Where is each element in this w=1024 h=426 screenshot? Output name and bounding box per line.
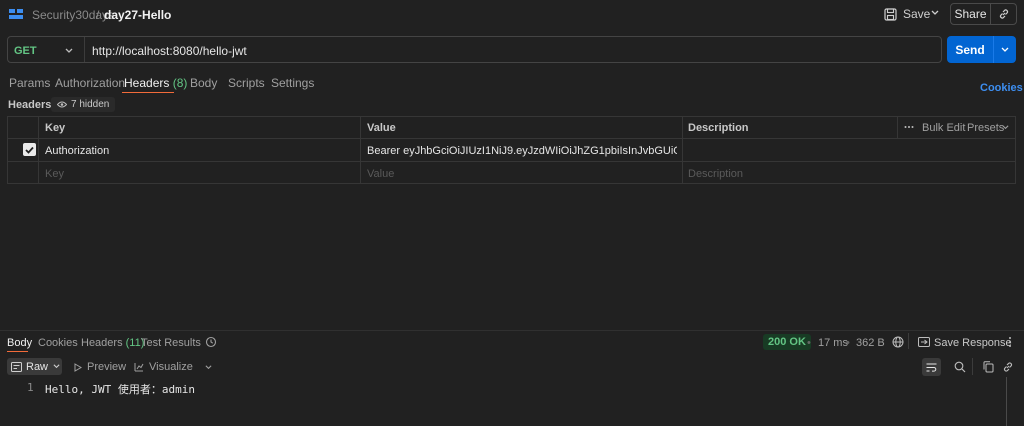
tab-authorization[interactable]: Authorization — [55, 76, 125, 90]
headers-section-title: Headers — [8, 99, 52, 111]
chevron-down-icon — [52, 363, 61, 370]
presets-dropdown[interactable]: Presets — [967, 122, 1004, 134]
response-tab-body[interactable]: Body — [7, 337, 32, 349]
column-header-value: Value — [367, 122, 396, 134]
bulk-edit-button[interactable]: Bulk Edit — [922, 122, 965, 134]
breadcrumb-separator: / — [96, 8, 100, 22]
active-tab-indicator — [122, 92, 174, 93]
response-size[interactable]: 362 B — [856, 337, 885, 349]
collection-icon — [9, 8, 23, 20]
chevron-down-icon[interactable] — [993, 36, 1016, 63]
response-tab-cookies[interactable]: Cookies — [38, 337, 78, 349]
save-label: Save — [903, 7, 931, 21]
raw-icon — [11, 361, 22, 372]
globe-icon[interactable] — [892, 336, 904, 348]
chevron-down-icon[interactable] — [1001, 124, 1010, 131]
preview-label: Preview — [87, 361, 127, 373]
format-select[interactable]: Raw — [7, 358, 62, 375]
table-divider — [682, 116, 683, 184]
save-button[interactable]: Save — [884, 4, 930, 24]
tab-scripts[interactable]: Scripts — [228, 76, 265, 90]
chevron-down-icon[interactable] — [930, 9, 940, 17]
save-icon — [884, 7, 897, 21]
tab-params[interactable]: Params — [9, 76, 50, 90]
table-divider — [7, 161, 1016, 162]
chevron-down-icon[interactable] — [64, 47, 74, 55]
play-icon — [74, 362, 82, 372]
eye-icon — [57, 101, 67, 108]
column-header-description: Description — [688, 122, 749, 134]
response-time[interactable]: 17 ms — [818, 337, 848, 349]
wrap-icon — [926, 363, 937, 372]
tab-headers-count: (8) — [172, 76, 188, 90]
tab-body[interactable]: Body — [190, 76, 217, 90]
line-number: 1 — [27, 381, 34, 394]
header-value-cell[interactable]: Bearer eyJhbGciOiJIUzI1NiJ9.eyJzdWIiOiJh… — [367, 145, 677, 157]
tab-settings[interactable]: Settings — [271, 76, 314, 90]
save-response-button[interactable]: Save Response — [934, 337, 1012, 349]
send-button[interactable]: Send — [947, 36, 993, 63]
divider — [908, 333, 909, 349]
method-select[interactable]: GET — [14, 45, 37, 57]
meta-separator: • — [807, 337, 811, 349]
new-description-input[interactable]: Description — [688, 168, 743, 180]
chevron-down-icon — [204, 364, 213, 371]
divider — [972, 358, 973, 375]
save-response-icon — [918, 337, 930, 347]
response-scrollbar[interactable] — [1006, 377, 1007, 426]
share-button[interactable]: Share — [951, 4, 991, 24]
wrap-lines-button[interactable] — [922, 358, 941, 376]
breadcrumb-request-name[interactable]: day27-Hello — [104, 8, 171, 22]
table-divider — [38, 116, 39, 184]
response-body-text[interactable]: Hello, JWT 使用者：admin — [45, 381, 195, 397]
share-button-group: Share — [950, 3, 1017, 25]
new-value-input[interactable]: Value — [367, 168, 394, 180]
response-divider — [0, 330, 1024, 331]
table-divider — [7, 138, 1016, 139]
copy-link-icon[interactable] — [991, 4, 1016, 24]
new-key-input[interactable]: Key — [45, 168, 64, 180]
tab-headers-label: Headers — [124, 76, 170, 90]
breadcrumb-workspace[interactable]: Security30days — [32, 8, 114, 22]
meta-separator: • — [846, 337, 850, 349]
history-icon[interactable] — [205, 336, 217, 348]
send-button-group: Send — [947, 36, 1016, 63]
link-icon[interactable] — [1002, 361, 1014, 373]
more-icon[interactable] — [1008, 336, 1012, 348]
hidden-count: 7 hidden — [71, 99, 110, 110]
url-divider — [84, 37, 85, 62]
header-key-cell[interactable]: Authorization — [45, 145, 109, 157]
active-tab-indicator — [7, 351, 28, 352]
cookies-link[interactable]: Cookies — [980, 82, 1023, 94]
table-divider — [360, 116, 361, 184]
url-input[interactable]: http://localhost:8080/hello-jwt — [92, 44, 247, 58]
visualize-button[interactable]: Visualize — [134, 361, 213, 373]
response-tab-headers-label: Headers — [81, 337, 123, 349]
tab-headers[interactable]: Headers (8) — [124, 76, 187, 90]
response-tab-test-results[interactable]: Test Results — [141, 337, 201, 349]
column-header-key: Key — [45, 122, 66, 134]
header-enabled-checkbox[interactable] — [23, 143, 36, 156]
search-icon[interactable] — [954, 361, 966, 373]
preview-button[interactable]: Preview — [74, 361, 126, 373]
visualize-icon — [134, 362, 144, 372]
format-label: Raw — [26, 360, 49, 373]
response-tab-headers[interactable]: Headers (11) — [81, 337, 144, 349]
more-icon[interactable] — [904, 122, 914, 132]
copy-icon[interactable] — [983, 361, 994, 373]
table-divider — [897, 116, 898, 138]
hidden-headers-toggle[interactable]: 7 hidden — [51, 97, 116, 112]
status-badge[interactable]: 200 OK — [763, 334, 811, 350]
visualize-label: Visualize — [149, 361, 193, 373]
